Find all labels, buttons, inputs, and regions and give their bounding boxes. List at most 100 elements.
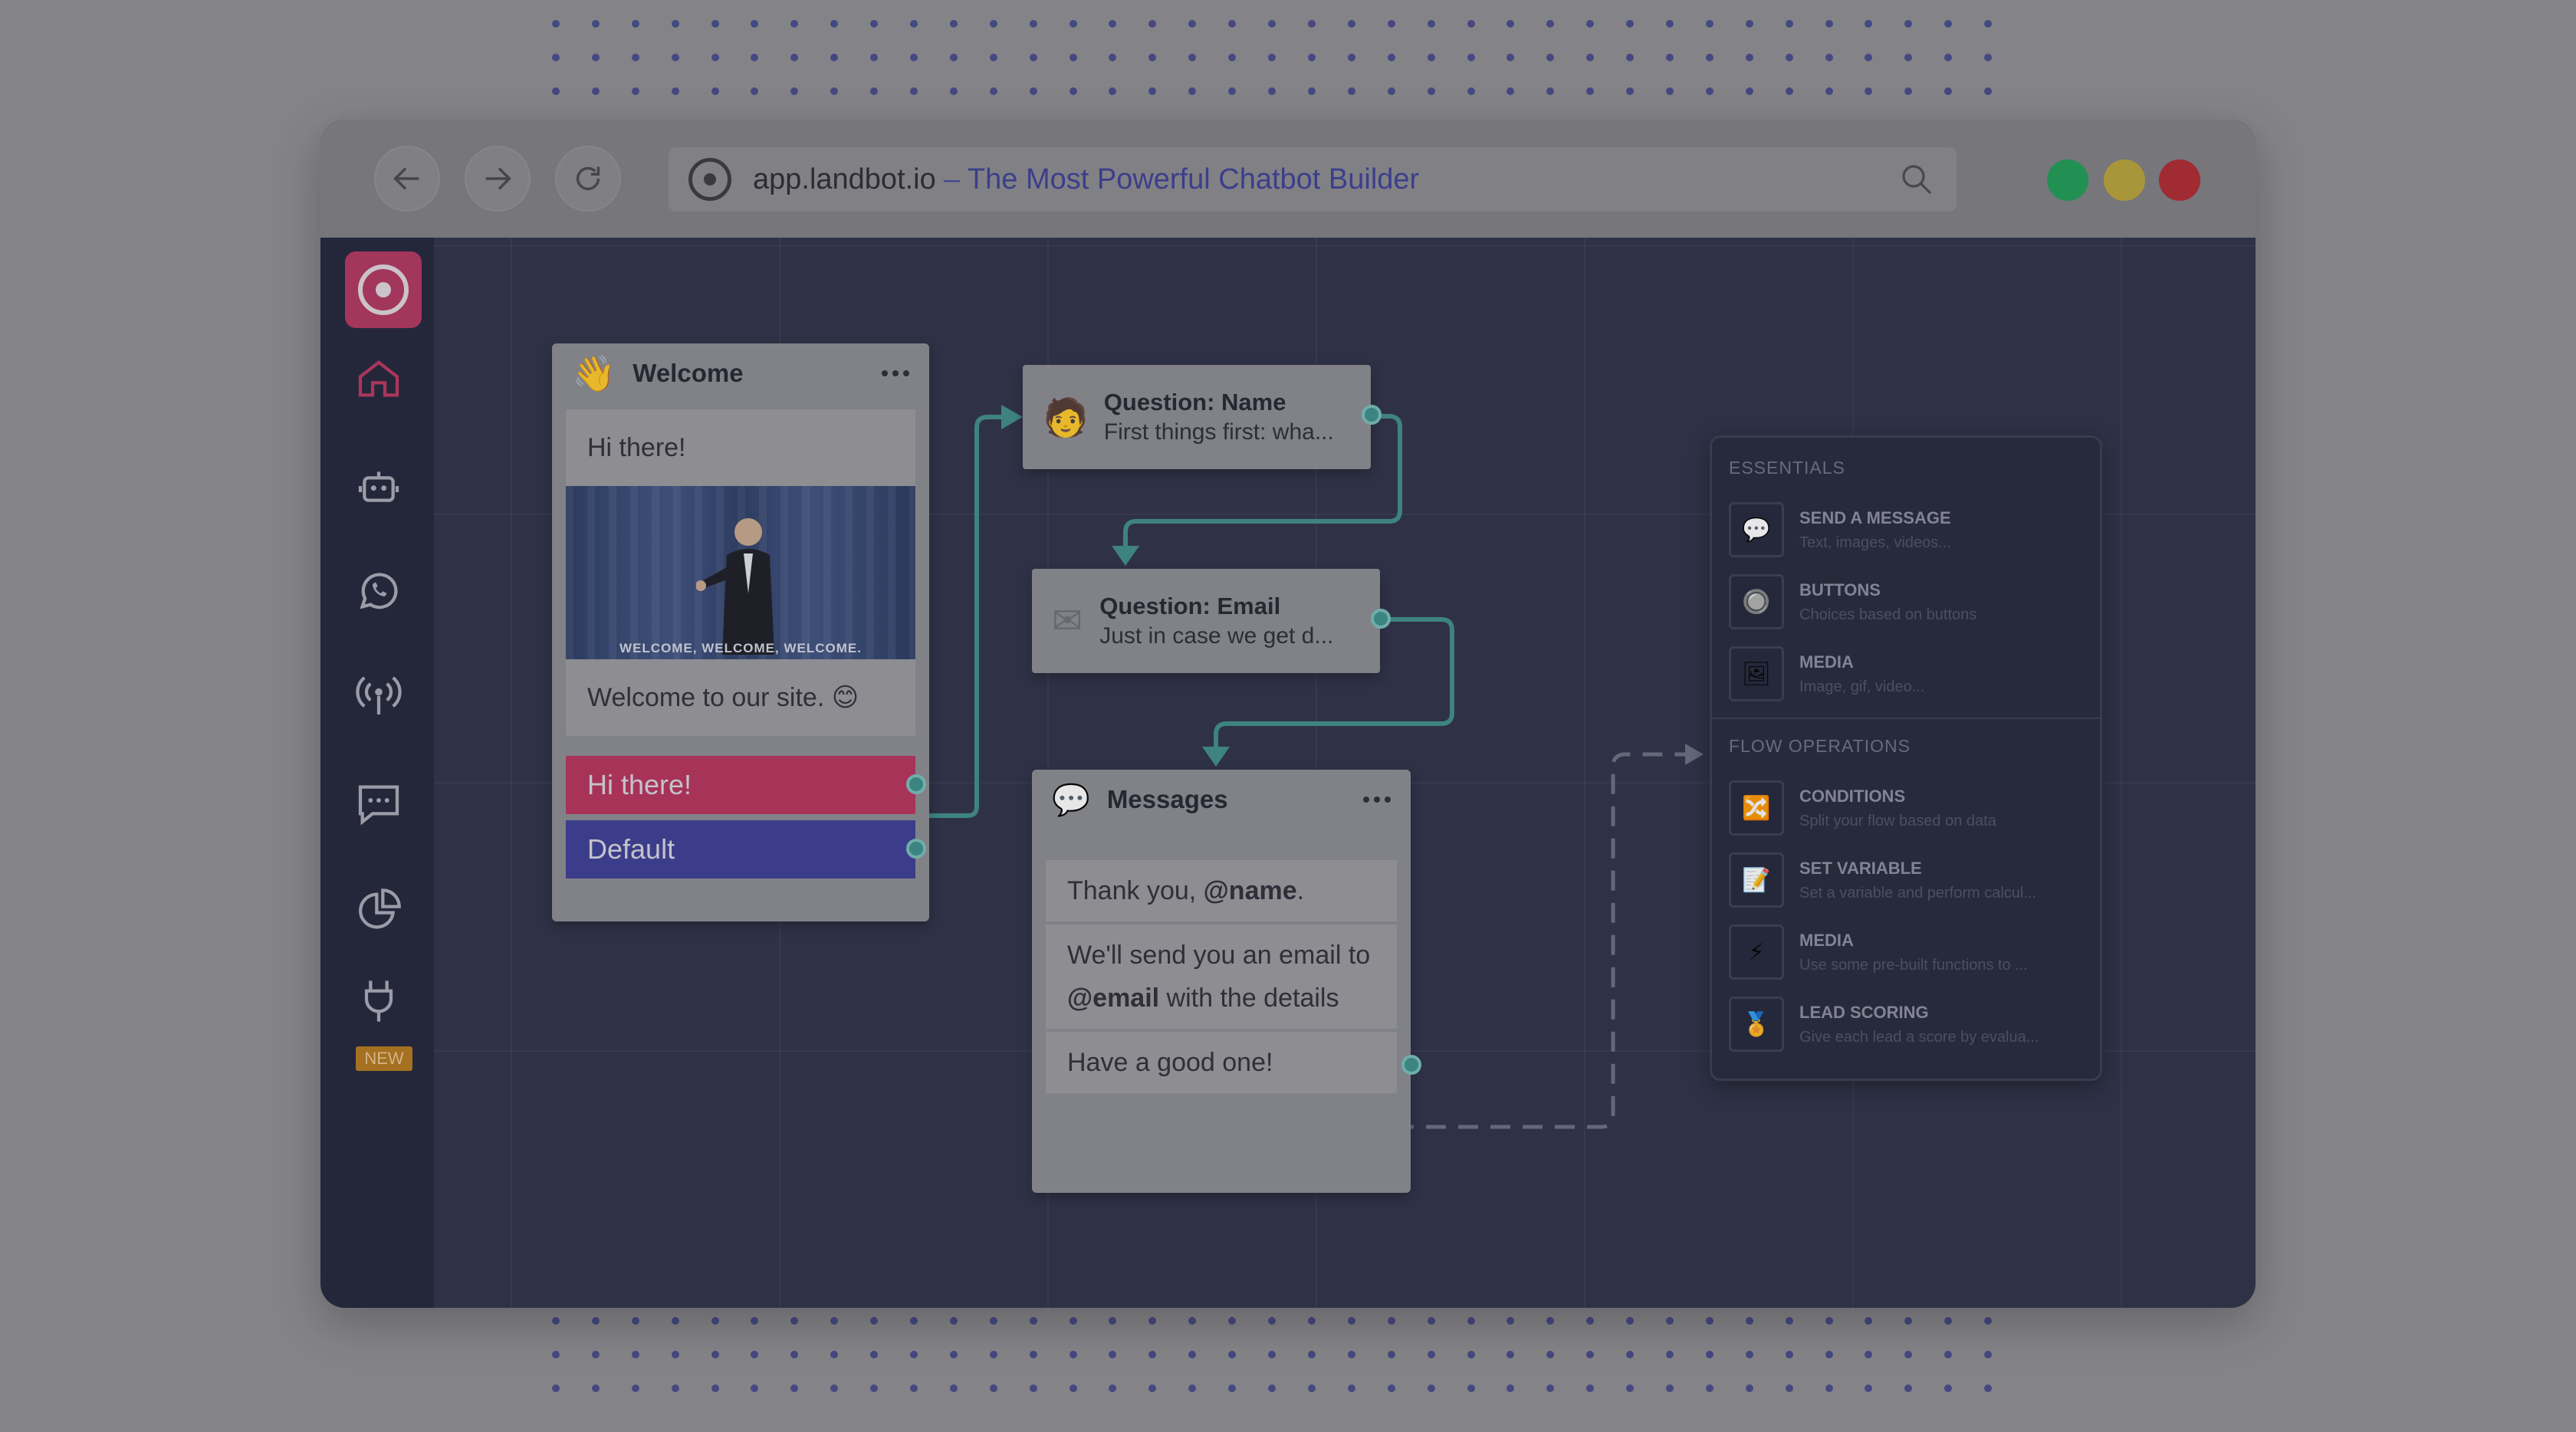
person-icon: 🧑 (1043, 397, 1089, 438)
decor-dot (910, 20, 918, 28)
search-icon[interactable] (1898, 161, 1935, 198)
output-port[interactable] (1362, 405, 1382, 425)
yellow-window-button[interactable] (2104, 159, 2145, 201)
essentials-section: ESSENTIALS 💬 SEND A MESSAGE Text, images,… (1712, 438, 2100, 710)
decor-dot (631, 1384, 639, 1392)
decor-dot (1228, 20, 1237, 28)
decor-dot (1984, 1351, 1993, 1358)
decor-dot (1865, 1351, 1873, 1358)
decor-dot (711, 1351, 719, 1358)
message-text: Thank you, (1067, 876, 1204, 905)
decor-dot (591, 54, 600, 61)
decor-dot (1984, 87, 1993, 95)
decor-dot (1387, 1317, 1395, 1325)
decor-dot (1546, 1384, 1555, 1392)
red-window-button[interactable] (2159, 159, 2200, 201)
decor-dot (591, 1351, 600, 1358)
reload-button[interactable] (555, 146, 621, 212)
option-desc: Set a variable and perform calcul... (1799, 884, 2037, 902)
option-name: CONDITIONS (1799, 786, 1906, 806)
bot-icon[interactable] (354, 461, 403, 511)
block-option-set-variable[interactable]: 📝 SET VARIABLE Set a variable and perform… (1729, 844, 2083, 916)
broadcast-icon[interactable] (354, 672, 403, 721)
decor-dot (1586, 54, 1595, 61)
output-port[interactable] (906, 839, 926, 859)
welcome-block[interactable]: 👋 Welcome Hi there! WELCOME, WELCOME, WE… (552, 343, 929, 921)
decor-dot (1506, 1317, 1515, 1325)
button-option-hi-there[interactable]: Hi there! (566, 756, 926, 814)
output-port[interactable] (906, 774, 926, 794)
button-option-default[interactable]: Default (566, 820, 926, 879)
decor-dot (1188, 54, 1197, 61)
decor-dot (1904, 1351, 1913, 1358)
question-name-block[interactable]: 🧑 Question: Name First things first: wha… (1023, 365, 1382, 469)
decor-dot (1626, 1351, 1635, 1358)
decor-dot (790, 1317, 799, 1325)
whatsapp-icon[interactable] (354, 566, 403, 615)
block-option-media[interactable]: 🖼 MEDIA Image, gif, video... (1729, 638, 2083, 710)
decor-dot (1148, 1317, 1157, 1325)
presenter-figure (696, 518, 774, 655)
decor-dot (1506, 1384, 1515, 1392)
home-icon[interactable] (354, 354, 403, 403)
block-option-conditions[interactable]: 🔀 CONDITIONS Split your flow based on dat… (1729, 772, 2083, 844)
block-title: Welcome (632, 359, 744, 387)
landbot-logo-icon (688, 158, 731, 201)
messages-block-header[interactable]: 💬 Messages (1032, 770, 1411, 829)
decor-dot (1626, 1317, 1635, 1325)
block-option-send-message[interactable]: 💬 SEND A MESSAGE Text, images, videos... (1729, 494, 2083, 566)
option-name: SEND A MESSAGE (1799, 507, 1951, 527)
decor-dot (1467, 1317, 1475, 1325)
envelope-icon: ✉ (1052, 601, 1083, 642)
more-options-icon[interactable] (882, 370, 909, 376)
decor-dot (711, 1317, 719, 1325)
decor-dot (1665, 54, 1674, 61)
decor-dot (1188, 1351, 1197, 1358)
decor-dot (1865, 54, 1873, 61)
decor-dot (1626, 1384, 1635, 1392)
decor-dot (671, 87, 679, 95)
decor-dot (552, 1317, 560, 1325)
block-option-lead-scoring[interactable]: 🏅 LEAD SCORING Give each lead a score by … (1729, 988, 2083, 1060)
block-option-functions[interactable]: ⚡ MEDIA Use some pre-built functions to .… (1729, 916, 2083, 988)
forward-button[interactable] (465, 146, 531, 212)
question-email-block[interactable]: ✉ Question: Email Just in case we get d.… (1032, 569, 1391, 673)
decor-dot (830, 54, 839, 61)
decor-dot (1347, 1317, 1355, 1325)
output-port[interactable] (1371, 609, 1391, 629)
green-window-button[interactable] (2047, 159, 2088, 201)
decor-dot (1785, 54, 1793, 61)
decor-dot (552, 1384, 560, 1392)
analytics-icon[interactable] (354, 886, 403, 935)
address-bar[interactable]: app.landbot.io – The Most Powerful Chatb… (669, 147, 1957, 212)
decor-dot (751, 1317, 759, 1325)
button-icon: 🔘 (1729, 574, 1784, 629)
welcome-block-header[interactable]: 👋 Welcome (552, 343, 929, 403)
decor-dot (1268, 1317, 1276, 1325)
decor-dot (1825, 1351, 1833, 1358)
decor-dot (790, 54, 799, 61)
decor-dot (910, 1317, 918, 1325)
arrow-right-icon (485, 167, 511, 190)
decor-dot (1546, 87, 1555, 95)
option-desc: Text, images, videos... (1799, 534, 1951, 551)
block-option-buttons[interactable]: 🔘 BUTTONS Choices based on buttons (1729, 566, 2083, 638)
chat-icon[interactable] (354, 779, 403, 828)
back-button[interactable] (374, 146, 440, 212)
decor-dot (949, 1384, 958, 1392)
decor-dot (1467, 1384, 1475, 1392)
decor-dot (910, 1384, 918, 1392)
decor-dot (1705, 54, 1714, 61)
decor-dot (711, 87, 719, 95)
decor-dot (1785, 1384, 1793, 1392)
messages-block[interactable]: 💬 Messages Thank you, @name. We'll send … (1032, 770, 1421, 1193)
decor-dot (1228, 1351, 1237, 1358)
plug-icon[interactable] (354, 977, 403, 1026)
decor-dot (591, 1317, 600, 1325)
more-options-icon[interactable] (1363, 796, 1391, 803)
decor-dot (751, 1384, 759, 1392)
decor-dot (1109, 20, 1117, 28)
output-port[interactable] (1401, 1055, 1421, 1075)
app-logo[interactable] (345, 251, 422, 328)
decor-dot (949, 54, 958, 61)
